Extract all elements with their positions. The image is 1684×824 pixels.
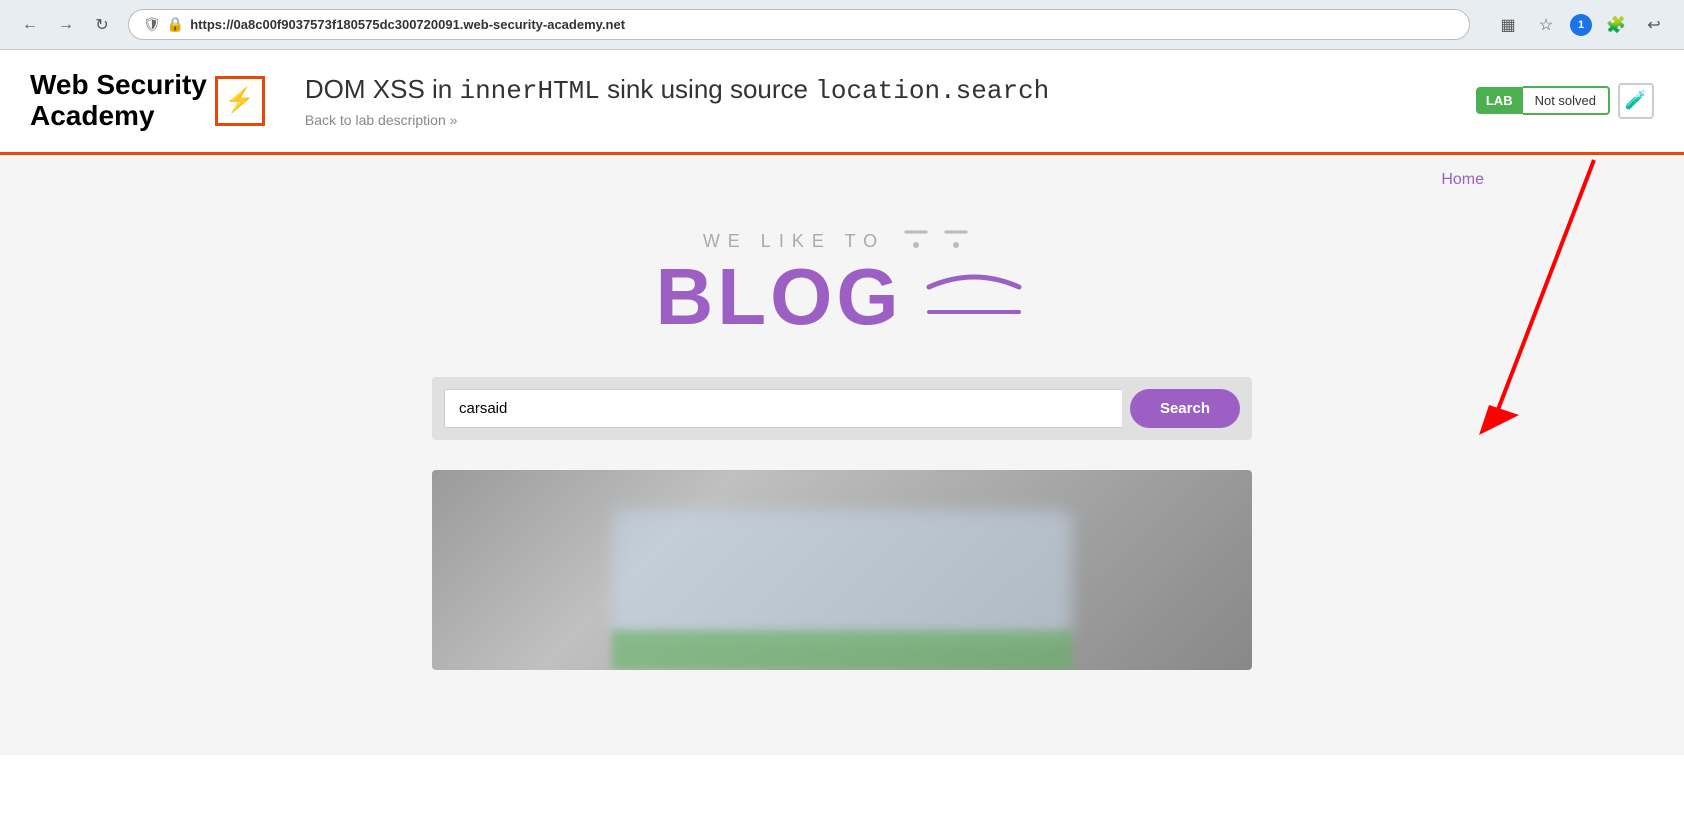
tagline-text: WE LIKE TO	[703, 231, 885, 252]
logo-text: Web Security Academy	[30, 70, 207, 132]
forward-button[interactable]: →	[52, 11, 80, 39]
green-area	[612, 630, 1072, 670]
bookmark-button[interactable]: ☆	[1532, 11, 1560, 39]
qr-button[interactable]: ▦	[1494, 11, 1522, 39]
account-button[interactable]: ↩	[1640, 11, 1668, 39]
url-domain: web-security-academy.net	[463, 17, 625, 32]
not-solved-label: Not solved	[1523, 86, 1610, 115]
logo-line1: Web Security	[30, 70, 207, 101]
nav-buttons: ← → ↻	[16, 11, 116, 39]
home-link[interactable]: Home	[1441, 171, 1484, 189]
browser-actions: ▦ ☆ 1 🧩 ↩	[1494, 11, 1668, 39]
blog-image-placeholder	[432, 470, 1252, 670]
lab-title-middle: sink using source	[600, 74, 815, 104]
blog-main-text: BLOG	[655, 257, 1028, 337]
back-link-label: Back to lab description »	[305, 112, 458, 128]
extension-button[interactable]: 🧩	[1602, 11, 1630, 39]
page-content: Home WE LIKE TO BLOG Search	[0, 155, 1684, 755]
top-nav: Home	[0, 155, 1684, 197]
lab-title-suffix: search	[956, 76, 1050, 106]
logo-icon: ⚡	[215, 76, 265, 126]
back-button[interactable]: ←	[16, 11, 44, 39]
search-container: Search	[432, 377, 1252, 440]
flask-button[interactable]: 🧪	[1618, 83, 1654, 119]
lab-title-sink: innerHTML	[459, 76, 599, 106]
shield-icon: 🛡	[143, 16, 161, 33]
reload-button[interactable]: ↻	[88, 11, 116, 39]
blur-box	[612, 510, 1072, 640]
lab-status-area: LAB Not solved 🧪	[1476, 83, 1654, 119]
lab-title: DOM XSS in innerHTML sink using source l…	[305, 74, 1476, 106]
lightning-icon: ⚡	[225, 86, 255, 115]
address-bar[interactable]: 🛡 🔒 https://0a8c00f9037573f180575dc30072…	[128, 9, 1470, 40]
notification-badge: 1	[1570, 14, 1592, 36]
blog-hero: WE LIKE TO BLOG	[0, 197, 1684, 357]
back-link[interactable]: Back to lab description »	[305, 112, 1476, 128]
url-prefix: https://0a8c00f9037573f180575dc300720091…	[190, 17, 463, 32]
search-section: Search	[0, 357, 1684, 460]
address-text: https://0a8c00f9037573f180575dc300720091…	[190, 17, 1455, 32]
search-input[interactable]	[444, 389, 1122, 428]
lock-icon: 🔒	[167, 16, 184, 33]
site-header: Web Security Academy ⚡ DOM XSS in innerH…	[0, 50, 1684, 155]
blog-image-section	[0, 460, 1684, 680]
logo-area: Web Security Academy ⚡	[30, 70, 265, 132]
browser-chrome: ← → ↻ 🛡 🔒 https://0a8c00f9037573f180575d…	[0, 0, 1684, 50]
face-eyes-icon	[901, 227, 981, 257]
lab-title-source: location.	[815, 76, 955, 106]
lab-badge: LAB	[1476, 87, 1523, 114]
logo-line2: Academy	[30, 101, 207, 132]
lab-title-area: DOM XSS in innerHTML sink using source l…	[305, 74, 1476, 128]
blog-word: BLOG	[655, 257, 902, 337]
search-button[interactable]: Search	[1130, 389, 1240, 428]
sad-face-mouth-icon	[919, 257, 1029, 337]
lab-title-prefix: DOM XSS in	[305, 74, 460, 104]
